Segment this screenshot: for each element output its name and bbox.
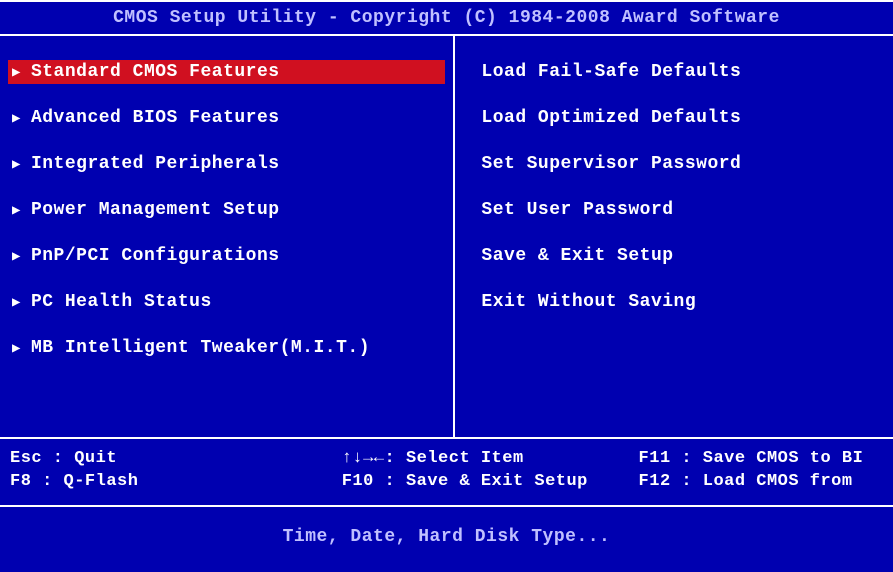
key-hint-f12: F12 : Load CMOS from (639, 472, 883, 491)
status-hint-text: Time, Date, Hard Disk Type... (283, 527, 611, 547)
menu-item-label: Load Optimized Defaults (481, 108, 741, 128)
bios-header: CMOS Setup Utility - Copyright (C) 1984-… (0, 0, 893, 34)
triangle-right-icon: ▶ (12, 64, 21, 81)
footer-keys-mid: ↑↓→←: Select Item F10 : Save & Exit Setu… (342, 449, 639, 495)
key-hint-f8: F8 : Q-Flash (10, 472, 342, 491)
left-menu-column: ▶ Standard CMOS Features ▶ Advanced BIOS… (0, 36, 455, 437)
menu-item-label: Save & Exit Setup (481, 246, 673, 266)
main-menu-area: ▶ Standard CMOS Features ▶ Advanced BIOS… (0, 34, 893, 439)
menu-standard-cmos-features[interactable]: ▶ Standard CMOS Features (8, 60, 445, 84)
menu-load-fail-safe-defaults[interactable]: Load Fail-Safe Defaults (481, 60, 885, 84)
triangle-right-icon: ▶ (12, 202, 21, 219)
key-hint-f10: F10 : Save & Exit Setup (342, 472, 639, 491)
footer-keys-right: F11 : Save CMOS to BI F12 : Load CMOS fr… (639, 449, 883, 495)
menu-advanced-bios-features[interactable]: ▶ Advanced BIOS Features (8, 106, 445, 130)
triangle-right-icon: ▶ (12, 156, 21, 173)
menu-item-label: PC Health Status (31, 292, 212, 312)
footer-key-hints: Esc : Quit F8 : Q-Flash ↑↓→←: Select Ite… (0, 439, 893, 507)
menu-item-label: Exit Without Saving (481, 292, 696, 312)
menu-exit-without-saving[interactable]: Exit Without Saving (481, 290, 885, 314)
menu-item-label: MB Intelligent Tweaker(M.I.T.) (31, 338, 370, 358)
key-hint-arrows: ↑↓→←: Select Item (342, 449, 639, 468)
menu-integrated-peripherals[interactable]: ▶ Integrated Peripherals (8, 152, 445, 176)
menu-load-optimized-defaults[interactable]: Load Optimized Defaults (481, 106, 885, 130)
menu-item-label: PnP/PCI Configurations (31, 246, 280, 266)
menu-item-label: Standard CMOS Features (31, 62, 280, 82)
menu-item-label: Advanced BIOS Features (31, 108, 280, 128)
menu-item-label: Load Fail-Safe Defaults (481, 62, 741, 82)
menu-item-label: Set Supervisor Password (481, 154, 741, 174)
footer-keys-left: Esc : Quit F8 : Q-Flash (10, 449, 342, 495)
triangle-right-icon: ▶ (12, 248, 21, 265)
header-title: CMOS Setup Utility - Copyright (C) 1984-… (113, 8, 780, 28)
triangle-right-icon: ▶ (12, 340, 21, 357)
status-hint-line: Time, Date, Hard Disk Type... (0, 507, 893, 567)
menu-mb-intelligent-tweaker[interactable]: ▶ MB Intelligent Tweaker(M.I.T.) (8, 336, 445, 360)
menu-pnp-pci-configurations[interactable]: ▶ PnP/PCI Configurations (8, 244, 445, 268)
menu-save-exit-setup[interactable]: Save & Exit Setup (481, 244, 885, 268)
key-hint-esc: Esc : Quit (10, 449, 342, 468)
menu-pc-health-status[interactable]: ▶ PC Health Status (8, 290, 445, 314)
key-hint-f11: F11 : Save CMOS to BI (639, 449, 883, 468)
menu-set-user-password[interactable]: Set User Password (481, 198, 885, 222)
menu-power-management-setup[interactable]: ▶ Power Management Setup (8, 198, 445, 222)
menu-set-supervisor-password[interactable]: Set Supervisor Password (481, 152, 885, 176)
triangle-right-icon: ▶ (12, 110, 21, 127)
right-menu-column: Load Fail-Safe Defaults Load Optimized D… (455, 36, 893, 437)
menu-item-label: Power Management Setup (31, 200, 280, 220)
triangle-right-icon: ▶ (12, 294, 21, 311)
menu-item-label: Integrated Peripherals (31, 154, 280, 174)
menu-item-label: Set User Password (481, 200, 673, 220)
